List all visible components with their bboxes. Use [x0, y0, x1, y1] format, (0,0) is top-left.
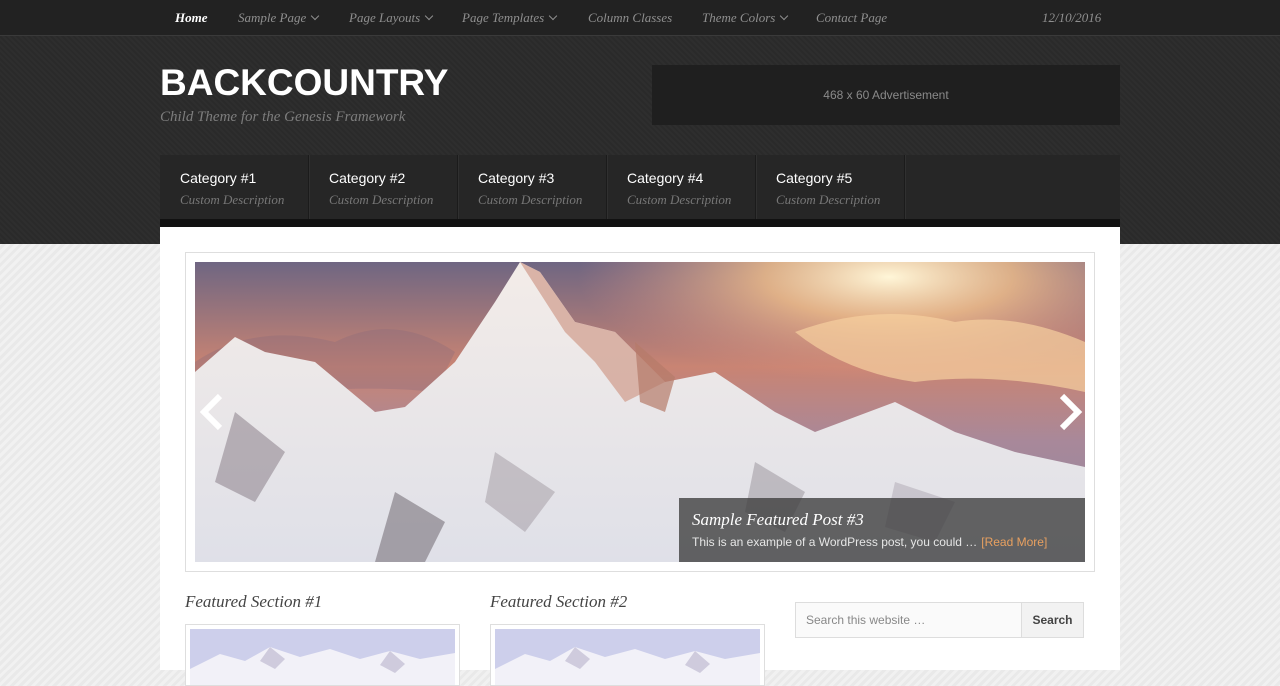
category-item-4[interactable]: Category #4 Custom Description: [607, 155, 756, 219]
nav-item-page-layouts[interactable]: Page Layouts: [349, 0, 434, 35]
category-item-5[interactable]: Category #5 Custom Description: [756, 155, 905, 219]
category-description: Custom Description: [776, 192, 881, 207]
nav-item-column-classes[interactable]: Column Classes: [588, 0, 672, 35]
site-description: Child Theme for the Genesis Framework: [160, 109, 406, 125]
nav-item-label: Page Layouts: [349, 10, 421, 25]
category-description: Custom Description: [478, 192, 583, 207]
category-name: Category #5: [776, 170, 853, 186]
caption-title[interactable]: Sample Featured Post #3: [692, 510, 864, 530]
mountain-thumbnail-image: [190, 629, 455, 685]
chevron-right-icon: [1059, 393, 1083, 431]
mountain-thumbnail-image: [495, 629, 760, 685]
category-description: Custom Description: [329, 192, 434, 207]
featured-thumbnail-1[interactable]: [185, 624, 460, 686]
caption-excerpt: This is an example of a WordPress post, …: [692, 535, 1047, 549]
top-navigation: Home Sample Page Page Layouts Page Templ…: [0, 0, 1280, 36]
category-navigation: Category #1 Custom Description Category …: [160, 155, 1120, 219]
category-item-3[interactable]: Category #3 Custom Description: [458, 155, 607, 219]
category-item-1[interactable]: Category #1 Custom Description: [160, 155, 309, 219]
category-name: Category #2: [329, 170, 406, 186]
category-description: Custom Description: [627, 192, 732, 207]
slider-caption: Sample Featured Post #3 This is an examp…: [679, 498, 1085, 562]
nav-item-label: Contact Page: [816, 10, 888, 25]
thumbnail-image: [190, 629, 455, 685]
search-input[interactable]: [796, 603, 1020, 637]
nav-divider: [160, 219, 1120, 227]
nav-item-home[interactable]: Home: [175, 0, 208, 35]
category-name: Category #4: [627, 170, 704, 186]
chevron-down-icon: [310, 11, 320, 21]
category-item-2[interactable]: Category #2 Custom Description: [309, 155, 458, 219]
nav-item-sample-page[interactable]: Sample Page: [238, 0, 320, 35]
caption-text: This is an example of a WordPress post, …: [692, 535, 978, 549]
thumbnail-image: [495, 629, 760, 685]
slider-next-button[interactable]: [1056, 392, 1084, 432]
nav-item-theme-colors[interactable]: Theme Colors: [702, 0, 789, 35]
featured-section-title-1: Featured Section #1: [185, 592, 323, 611]
nav-item-label: Theme Colors: [702, 10, 776, 25]
nav-item-label: Page Templates: [462, 10, 545, 25]
nav-item-contact-page[interactable]: Contact Page: [816, 0, 887, 35]
current-date: 12/10/2016: [1042, 10, 1102, 25]
category-name: Category #3: [478, 170, 555, 186]
search-form: Search: [795, 602, 1084, 638]
nav-item-page-templates[interactable]: Page Templates: [462, 0, 558, 35]
ad-text: 468 x 60 Advertisement: [823, 88, 949, 102]
featured-section-title-2: Featured Section #2: [490, 592, 628, 611]
nav-item-label: Home: [175, 10, 208, 25]
slider-prev-button[interactable]: [198, 392, 226, 432]
chevron-left-icon: [199, 393, 223, 431]
search-button[interactable]: Search: [1021, 603, 1083, 637]
site-title[interactable]: BACKCOUNTRY: [160, 62, 448, 104]
featured-thumbnail-2[interactable]: [490, 624, 765, 686]
chevron-down-icon: [780, 11, 789, 21]
header-advertisement[interactable]: 468 x 60 Advertisement: [652, 65, 1120, 125]
category-description: Custom Description: [180, 192, 285, 207]
nav-item-label: Sample Page: [238, 10, 307, 25]
read-more-link[interactable]: [Read More]: [981, 535, 1047, 549]
chevron-down-icon: [548, 11, 558, 21]
nav-item-label: Column Classes: [588, 10, 673, 25]
chevron-down-icon: [424, 11, 434, 21]
category-name: Category #1: [180, 170, 257, 186]
